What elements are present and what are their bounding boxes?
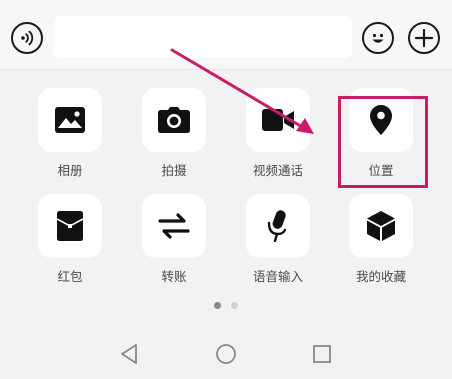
red-packet-tile[interactable]: 红包 <box>38 194 102 285</box>
video-call-tile[interactable]: 视频通话 <box>246 88 310 179</box>
album-tile[interactable]: 相册 <box>38 88 102 179</box>
page-indicator <box>0 302 452 309</box>
emoji-icon <box>372 33 384 43</box>
emoji-button[interactable] <box>362 22 394 54</box>
photo-album-icon <box>55 107 85 133</box>
album-label: 相册 <box>57 163 83 178</box>
favorites-label: 我的收藏 <box>355 269 406 284</box>
voice-input-tile-box[interactable] <box>246 194 310 258</box>
favorites-cube-icon <box>367 211 395 241</box>
transfer-tile-box[interactable] <box>142 194 206 258</box>
voice-input-tile[interactable]: 语音输入 <box>246 194 310 285</box>
page-dot-active[interactable] <box>214 302 221 309</box>
transfer-label: 转账 <box>161 269 187 284</box>
red-packet-label: 红包 <box>57 269 83 284</box>
transfer-icon <box>158 213 190 239</box>
message-input[interactable] <box>54 16 352 58</box>
recent-apps-button[interactable] <box>310 342 334 366</box>
video-call-tile-box[interactable] <box>246 88 310 152</box>
more-functions-button[interactable] <box>408 22 440 54</box>
location-label: 位置 <box>368 163 394 178</box>
location-tile[interactable]: 位置 <box>349 88 413 179</box>
camera-icon <box>158 107 190 133</box>
video-call-label: 视频通话 <box>252 163 303 178</box>
album-tile-box[interactable] <box>38 88 102 152</box>
plus-icon <box>414 28 434 48</box>
voice-button[interactable] <box>11 22 43 54</box>
favorites-tile[interactable]: 我的收藏 <box>349 194 413 285</box>
system-nav-bar <box>0 330 452 379</box>
home-circle-icon <box>216 344 236 364</box>
home-button[interactable] <box>214 342 238 366</box>
location-tile-box[interactable] <box>349 88 413 152</box>
chat-input-bar <box>0 0 452 70</box>
transfer-tile[interactable]: 转账 <box>142 194 206 285</box>
favorites-tile-box[interactable] <box>349 194 413 258</box>
red-packet-tile-box[interactable] <box>38 194 102 258</box>
camera-tile-box[interactable] <box>142 88 206 152</box>
camera-label: 拍摄 <box>161 163 187 178</box>
page-dot-inactive[interactable] <box>231 302 238 309</box>
voice-icon <box>21 30 34 46</box>
voice-input-label: 语音输入 <box>252 269 303 284</box>
back-button[interactable] <box>117 342 141 366</box>
back-triangle-icon <box>121 344 137 364</box>
location-pin-icon <box>370 105 392 135</box>
recent-apps-square-icon <box>313 345 331 363</box>
microphone-icon <box>267 210 287 242</box>
video-call-icon <box>262 109 294 131</box>
red-packet-icon <box>57 211 83 241</box>
more-functions-panel: 相册 拍摄 视频通话 位置 红包 转账 语音输入 我的收藏 <box>0 70 452 310</box>
camera-tile[interactable]: 拍摄 <box>142 88 206 179</box>
